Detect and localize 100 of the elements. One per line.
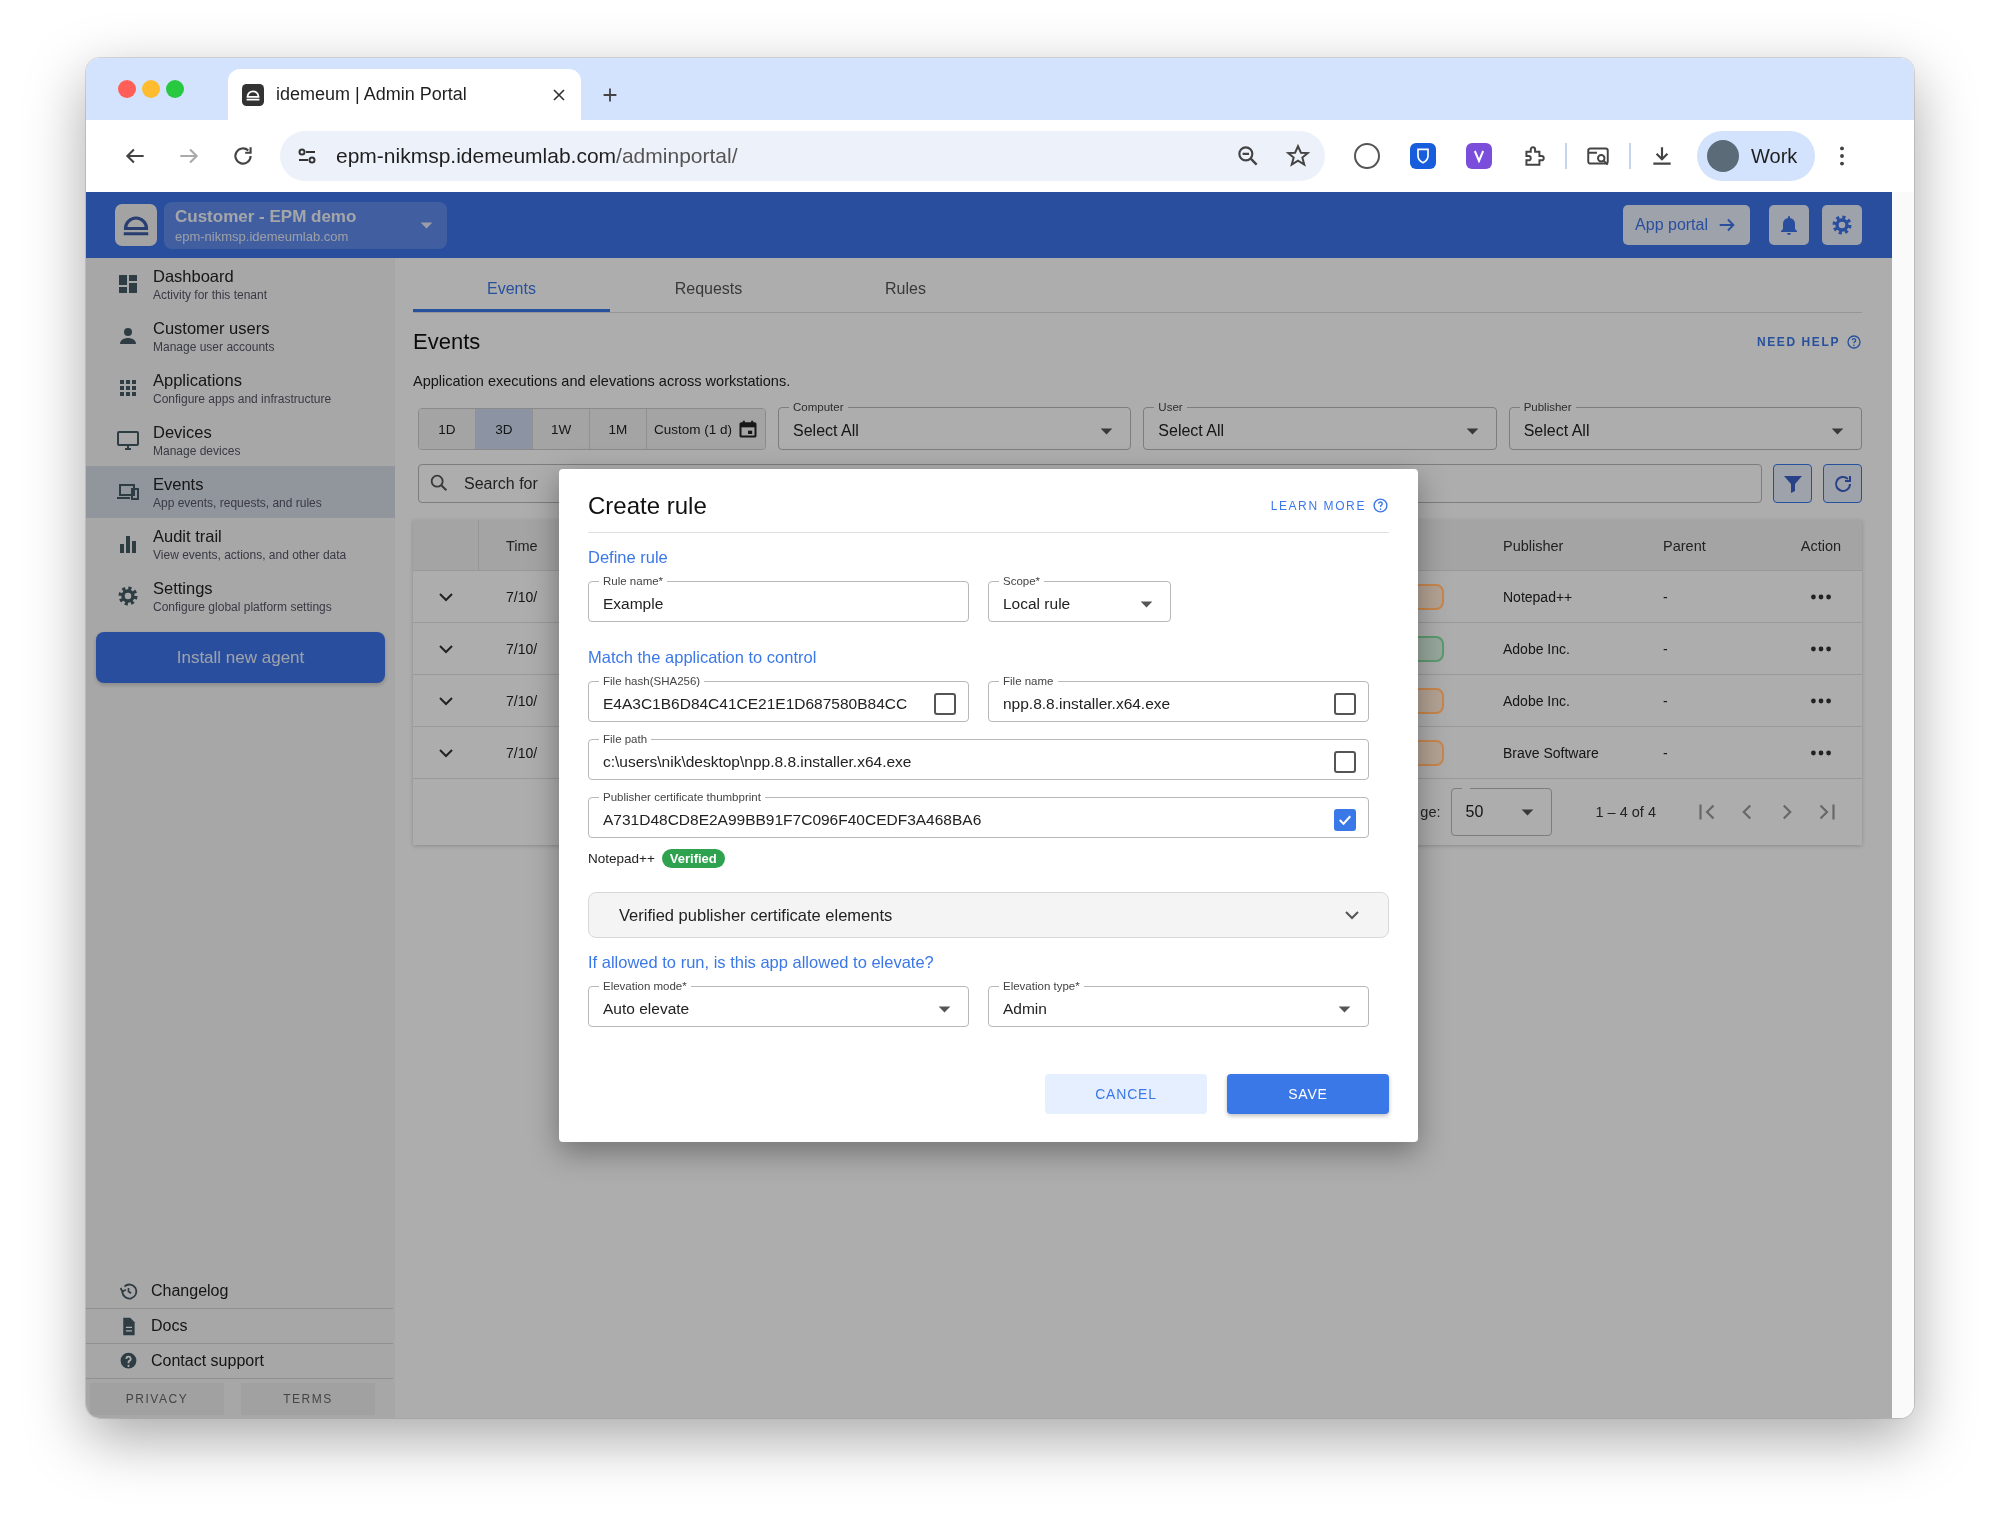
table-cell: 7/10/: [506, 692, 538, 709]
learn-more-link[interactable]: LEARN MORE: [1270, 497, 1389, 514]
section-heading: Define rule: [588, 548, 669, 567]
checkbox[interactable]: [1334, 809, 1356, 831]
table-cell: -: [1663, 692, 1668, 709]
checkbox[interactable]: [1334, 751, 1356, 773]
sidebar-link[interactable]: Docs: [86, 1309, 393, 1344]
scope-select[interactable]: Scope* Local rule: [988, 575, 1171, 622]
legal-link[interactable]: PRIVACY: [90, 1383, 224, 1415]
filter-select[interactable]: User Select All: [1143, 401, 1497, 450]
sidebar-item[interactable]: Settings Configure global platform settings: [86, 570, 395, 622]
sidebar-item[interactable]: Dashboard Activity for this tenant: [86, 258, 395, 310]
app-logo-icon: [115, 204, 157, 246]
cancel-button[interactable]: CANCEL: [1045, 1074, 1207, 1114]
url-path: /adminportal/: [616, 144, 738, 167]
profile-button[interactable]: Work: [1697, 131, 1816, 181]
caret-icon: [420, 221, 433, 229]
refresh-button[interactable]: [1823, 464, 1862, 503]
caret-icon: [1465, 427, 1479, 435]
address-bar[interactable]: epm-nikmsp.idemeumlab.com/adminportal/: [280, 131, 1325, 181]
help-icon: [1372, 497, 1389, 514]
calendar-icon: [738, 419, 758, 439]
table-cell: Brave Software: [1503, 744, 1599, 761]
match-field[interactable]: File name npp.8.8.installer.x64.exe: [988, 675, 1369, 722]
shield-extension-icon[interactable]: [1410, 143, 1436, 169]
item-title: Settings: [153, 578, 214, 598]
period-button[interactable]: 3D: [476, 409, 533, 449]
elevation-type-select[interactable]: Elevation type* Admin: [988, 980, 1369, 1027]
sidebar-item[interactable]: Audit trail View events, actions, and other data: [86, 518, 395, 570]
table-cell: Notepad++: [1503, 588, 1573, 605]
caret-icon: [1140, 600, 1153, 608]
item-subtitle: Manage user accounts: [153, 339, 275, 354]
filter-select[interactable]: Publisher Select All: [1508, 401, 1862, 450]
period-button[interactable]: 1W: [533, 409, 590, 449]
item-subtitle: Manage devices: [153, 443, 241, 458]
column-header: Publisher: [1503, 537, 1564, 554]
notifications-button[interactable]: [1769, 205, 1809, 245]
field-label: Computer: [792, 401, 845, 413]
site-favicon-icon: [242, 83, 264, 106]
field-label: Rule name*: [602, 575, 665, 587]
field-label: File name: [1002, 675, 1055, 687]
filter-button[interactable]: [1773, 464, 1812, 503]
circle-extension-icon[interactable]: [1354, 143, 1380, 169]
sidebar-link[interactable]: Contact support: [86, 1344, 393, 1379]
settings-icon: [116, 584, 140, 608]
period-button[interactable]: 1M: [590, 409, 647, 449]
sidebar-item[interactable]: Events App events, requests, and rules: [86, 466, 395, 518]
table-cell: -: [1663, 640, 1668, 657]
rule-name-field[interactable]: Rule name* Example: [588, 575, 969, 622]
dashboard-icon: [116, 272, 140, 296]
sidebar-item[interactable]: Customer users Manage user accounts: [86, 310, 395, 362]
settings-button[interactable]: [1822, 205, 1862, 245]
page-title: Events: [413, 329, 481, 355]
tab[interactable]: Requests: [610, 268, 807, 312]
checkbox[interactable]: [934, 693, 956, 715]
avatar-icon: [1707, 140, 1739, 172]
tab[interactable]: Rules: [807, 268, 1004, 312]
browser-tab[interactable]: idemeum | Admin Portal: [228, 69, 581, 120]
field-label: Elevation mode*: [602, 980, 688, 992]
rows-per-page-label: ge:: [1420, 804, 1441, 820]
caret-icon: [1831, 427, 1844, 435]
period-button[interactable]: Custom (1 d): [647, 409, 765, 449]
match-field[interactable]: File path c:\users\nik\desktop\npp.8.8.installer.x64.exe: [588, 733, 1369, 780]
legal-link[interactable]: TERMS: [241, 1383, 375, 1415]
item-subtitle: App events, requests, and rules: [153, 495, 322, 510]
publisher-name: Notepad++: [588, 851, 655, 866]
search-icon: [428, 472, 450, 494]
section-heading: Match the application to control: [588, 648, 818, 667]
match-field[interactable]: Publisher certificate thumbprint A731D48CD8E2A99BB91F7C096F40CEDF3A468BA6: [588, 791, 1369, 838]
help-icon: [118, 1350, 139, 1372]
item-subtitle: Activity for this tenant: [153, 287, 268, 302]
match-field[interactable]: File hash(SHA256) E4A3C1B6D84C41CE21E1D687580B84CC: [588, 675, 969, 722]
field-label: File hash(SHA256): [602, 675, 702, 687]
item-title: Customer users: [153, 318, 271, 338]
field-label: Elevation type*: [1002, 980, 1081, 992]
rows-per-page-select[interactable]: 50: [1450, 788, 1552, 836]
field-label: Publisher certificate thumbprint: [602, 791, 762, 803]
period-button[interactable]: 1D: [419, 409, 476, 449]
star-icon[interactable]: [1285, 143, 1311, 169]
table-cell: -: [1663, 588, 1668, 605]
item-title: Dashboard: [153, 266, 235, 286]
field-label: User: [1157, 401, 1184, 413]
url-host: epm-nikmsp.idemeumlab.com: [336, 144, 617, 167]
table-cell: Adobe Inc.: [1503, 692, 1570, 709]
chevron-extension-icon[interactable]: [1466, 143, 1492, 169]
dialog-title: Create rule: [588, 491, 707, 520]
field-label: Scope*: [1002, 575, 1042, 587]
item-subtitle: Configure apps and infrastructure: [153, 391, 332, 406]
elevation-mode-select[interactable]: Elevation mode* Auto elevate: [588, 980, 969, 1027]
sidebar-link[interactable]: Changelog: [86, 1274, 393, 1309]
save-button[interactable]: SAVE: [1227, 1074, 1389, 1114]
sidebar-item[interactable]: Applications Configure apps and infrastructure: [86, 362, 395, 414]
item-title: Audit trail: [153, 526, 223, 546]
checkbox[interactable]: [1334, 693, 1356, 715]
item-subtitle: View events, actions, and other data: [153, 547, 347, 562]
table-cell: 7/10/: [506, 640, 538, 657]
filter-select[interactable]: Computer Select All: [778, 401, 1132, 450]
certificate-accordion[interactable]: Verified publisher certificate elements: [588, 892, 1389, 938]
monitor-icon: [116, 428, 140, 452]
sidebar-item[interactable]: Devices Manage devices: [86, 414, 395, 466]
